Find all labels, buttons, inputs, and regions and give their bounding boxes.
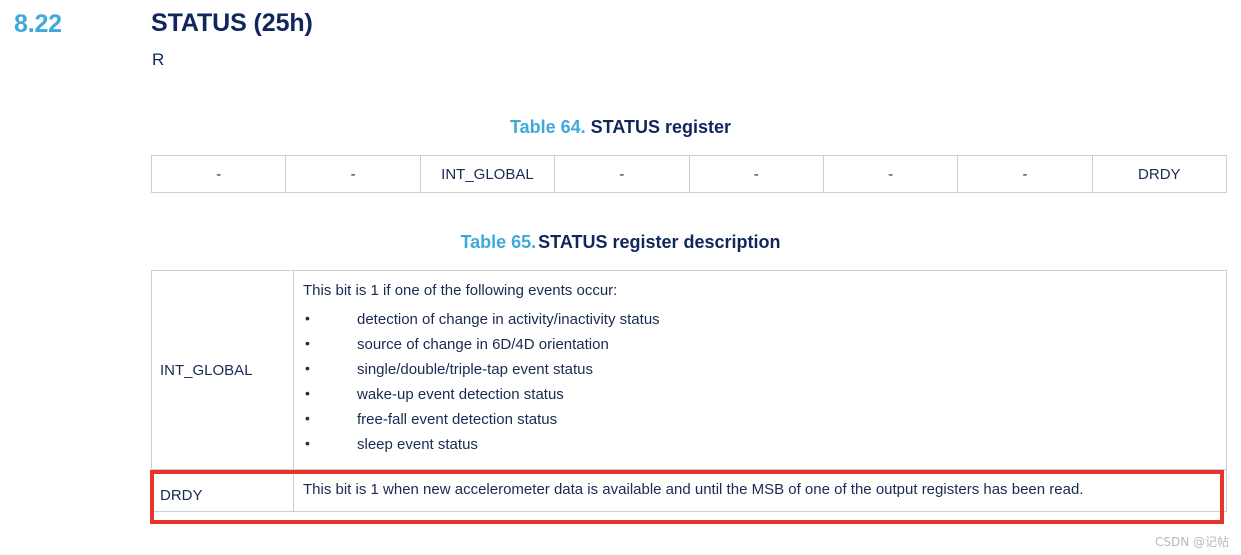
list-item: wake-up event detection status [303, 383, 1216, 406]
table-64-caption-title: STATUS register [590, 117, 732, 137]
table-65-caption-number: Table 65. [460, 232, 537, 252]
page-title: STATUS (25h) [151, 9, 313, 37]
register-bit-cell: - [957, 155, 1093, 193]
register-bit-cell: - [285, 155, 421, 193]
list-item: single/double/triple-tap event status [303, 358, 1216, 381]
table-65-caption: Table 65. STATUS register description [0, 232, 1241, 253]
bit-name-cell: INT_GLOBAL [151, 269, 294, 471]
list-item: free-fall event detection status [303, 408, 1216, 431]
watermark: CSDN @记帖 [1154, 535, 1229, 549]
list-item: sleep event status [303, 433, 1216, 456]
event-list: detection of change in activity/inactivi… [303, 308, 1216, 456]
description-text: This bit is 1 when new accelerometer dat… [303, 481, 1084, 499]
register-bit-cell: - [822, 155, 959, 193]
register-bit-cell: - [554, 155, 690, 193]
table-row: INT_GLOBAL This bit is 1 if one of the f… [151, 269, 1227, 471]
table-64-caption: Table 64. STATUS register [0, 117, 1241, 138]
bit-name-cell: DRDY [151, 469, 294, 513]
register-bit-cell: - [688, 155, 824, 193]
status-register-description-table: INT_GLOBAL This bit is 1 if one of the f… [151, 269, 1227, 513]
register-bit-cell: DRDY [1091, 155, 1228, 193]
register-access-mode: R [152, 50, 165, 69]
status-register-bitmap-table: - - INT_GLOBAL - - - - DRDY [150, 155, 1228, 193]
description-intro: This bit is 1 if one of the following ev… [303, 282, 618, 299]
table-row: - - INT_GLOBAL - - - - DRDY [150, 155, 1228, 193]
section-number: 8.22 [14, 10, 62, 38]
register-bit-cell: - [150, 155, 287, 193]
table-row: DRDY This bit is 1 when new acceleromete… [151, 469, 1227, 513]
register-bit-cell: INT_GLOBAL [419, 155, 556, 193]
bit-description-cell: This bit is 1 when new accelerometer dat… [293, 469, 1227, 513]
table-64-caption-number: Table 64. [509, 117, 586, 137]
list-item: detection of change in activity/inactivi… [303, 308, 1216, 331]
bit-description-cell: This bit is 1 if one of the following ev… [293, 269, 1227, 471]
list-item: source of change in 6D/4D orientation [303, 333, 1216, 356]
table-65-caption-title: STATUS register description [538, 232, 781, 252]
